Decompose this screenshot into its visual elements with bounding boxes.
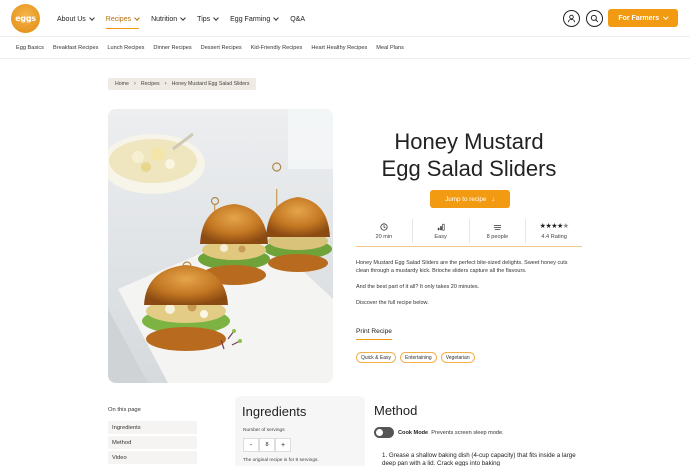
subnav-item[interactable]: Breakfast Recipes (53, 45, 98, 51)
for-farmers-label: For Farmers (618, 14, 660, 22)
nav-label: Tips (197, 15, 211, 23)
chevron-down-icon (273, 14, 280, 21)
nav-item-about-us[interactable]: About Us (57, 13, 95, 25)
servings-stepper: - 8 + (243, 438, 291, 452)
jump-to-recipe-button[interactable]: Jump to recipe ↓ (430, 190, 510, 208)
account-button[interactable] (563, 10, 580, 27)
tag-chip[interactable]: Quick & Easy (356, 352, 397, 363)
cook-mode-label: Cook Mode (398, 430, 429, 436)
nav-label: Recipes (105, 15, 132, 23)
breadcrumb-separator-icon: › (133, 81, 136, 87)
breadcrumb-separator-icon: › (164, 81, 167, 87)
nav-item-egg-farming[interactable]: Egg Farming (230, 13, 280, 25)
ingredients-title: Ingredients (242, 404, 307, 419)
top-header: eggs About Us Recipes Nutrition Tips Egg… (0, 0, 690, 37)
logo-text: eggs (15, 14, 36, 23)
breadcrumb: Home › Recipes › Honey Mustard Egg Salad… (108, 78, 257, 90)
recipe-title-line: Egg Salad Sliders (381, 156, 557, 181)
description-paragraph: Honey Mustard Egg Salad Sliders are the … (356, 260, 568, 274)
subnav-item[interactable]: Meal Plans (376, 45, 404, 51)
main-nav: About Us Recipes Nutrition Tips Egg Farm… (57, 13, 317, 29)
nav-item-recipes[interactable]: Recipes (105, 13, 140, 29)
subnav-item[interactable]: Kid-Friendly Recipes (251, 45, 303, 51)
rating-stars-icon: ★★★★★ (539, 223, 569, 230)
breadcrumb-recipes[interactable]: Recipes (141, 81, 160, 87)
difficulty-bars-icon (437, 223, 445, 231)
tag-chip[interactable]: Vegetarian (440, 352, 475, 363)
search-icon (590, 14, 599, 23)
cook-mode-hint: Prevents screen sleep mode. (431, 430, 504, 436)
nav-item-qa[interactable]: Q&A (290, 13, 305, 25)
on-page-link-method[interactable]: Method (108, 436, 197, 449)
nav-item-nutrition[interactable]: Nutrition (151, 13, 187, 25)
recipe-hero-image (108, 109, 333, 383)
subnav-item[interactable]: Lunch Recipes (107, 45, 144, 51)
subnav-item[interactable]: Heart Healthy Recipes (311, 45, 367, 51)
ingredients-panel: Ingredients Number of servings - 8 + The… (235, 396, 365, 466)
breadcrumb-current: Honey Mustard Egg Salad Sliders (171, 81, 250, 87)
tag-chip[interactable]: Entertaining (400, 352, 437, 363)
nav-label: About Us (57, 15, 86, 23)
method-title: Method (374, 403, 418, 418)
chevron-down-icon (213, 14, 219, 21)
for-farmers-button[interactable]: For Farmers (608, 9, 678, 27)
recipe-stats: 20 min Easy 8 people ★★★★★ 4.4 Rating (356, 215, 582, 247)
servings-note: The original recipe is for 8 servings. (243, 458, 319, 463)
search-button[interactable] (586, 10, 603, 27)
stat-rating: ★★★★★ 4.4 Rating (526, 219, 582, 243)
stat-time-value: 20 min (375, 233, 393, 240)
chevron-down-icon (134, 14, 140, 21)
servings-icon (493, 224, 501, 230)
on-this-page-heading: On this page (108, 407, 141, 413)
subnav-item[interactable]: Egg Basics (16, 45, 44, 51)
recipe-tags: Quick & Easy Entertaining Vegetarian (356, 352, 475, 363)
chevron-down-icon (88, 14, 95, 21)
recipe-subnav: Egg Basics Breakfast Recipes Lunch Recip… (0, 37, 690, 59)
sliders-photo (108, 109, 333, 383)
increase-servings-button[interactable]: + (275, 438, 291, 452)
arrow-down-icon: ↓ (491, 195, 495, 203)
chevron-down-icon (663, 14, 669, 19)
on-page-link-ingredients[interactable]: Ingredients (108, 421, 197, 434)
recipe-title: Honey Mustard Egg Salad Sliders (356, 128, 582, 182)
recipe-description: Honey Mustard Egg Salad Sliders are the … (356, 259, 582, 315)
nav-label: Q&A (290, 15, 306, 23)
on-page-link-video[interactable]: Video (108, 451, 197, 464)
description-paragraph: And the best part of it all? It only tak… (356, 284, 480, 290)
stat-difficulty: Easy (413, 219, 470, 243)
cook-mode-text: Cook Mode Prevents screen sleep mode. (398, 430, 504, 436)
clock-icon (380, 222, 388, 231)
stat-rating-value: 4.4 Rating (541, 234, 567, 240)
method-step-1: 1. Grease a shallow baking dish (4-cup c… (382, 452, 576, 466)
chevron-down-icon (180, 14, 187, 21)
jump-label: Jump to recipe (445, 195, 487, 203)
brand-logo[interactable]: eggs (11, 4, 40, 33)
stat-time: 20 min (356, 219, 413, 243)
subnav-item[interactable]: Dessert Recipes (201, 45, 242, 51)
servings-label: Number of servings (243, 428, 285, 433)
servings-value[interactable]: 8 (259, 438, 275, 452)
stat-servings-value: 8 people (486, 233, 509, 240)
nav-item-tips[interactable]: Tips (197, 13, 219, 25)
nav-label: Egg Farming (230, 15, 271, 23)
description-paragraph: Discover the full recipe below. (356, 300, 429, 306)
breadcrumb-home[interactable]: Home (115, 81, 129, 87)
nav-label: Nutrition (151, 15, 178, 23)
recipe-title-line: Honey Mustard (394, 129, 544, 154)
print-recipe-link[interactable]: Print Recipe (356, 328, 392, 340)
cook-mode-toggle[interactable] (374, 427, 394, 438)
decrease-servings-button[interactable]: - (243, 438, 259, 452)
subnav-item[interactable]: Dinner Recipes (153, 45, 191, 51)
user-icon (567, 14, 576, 23)
stat-difficulty-value: Easy (434, 233, 447, 240)
stat-servings: 8 people (470, 219, 527, 243)
